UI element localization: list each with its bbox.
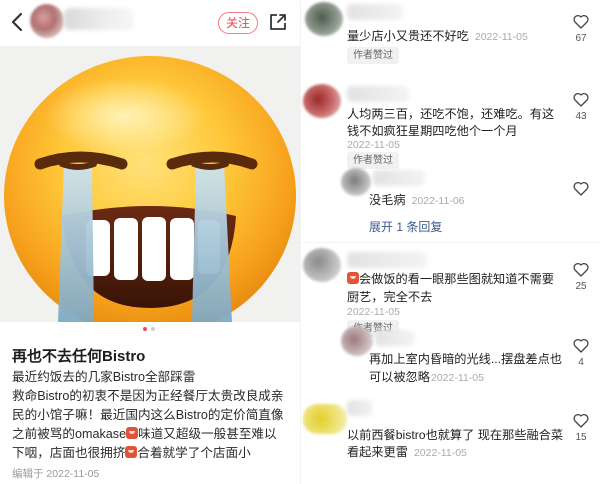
crying-laughing-emoji <box>0 46 300 322</box>
post-title: 再也不去任何Bistro <box>12 348 146 365</box>
like-count: 43 <box>575 111 587 122</box>
comment-text: 可以被忽略 <box>369 370 430 384</box>
post-header: 关注 <box>0 0 300 46</box>
post-body-line: 下咽，店面也很拥挤 合着就学了个店面小 <box>12 446 251 460</box>
username-blurred[interactable] <box>373 170 425 186</box>
username-blurred[interactable] <box>347 400 373 416</box>
post-body-line: 民的小馆子嘛！最近国内这么Bistro的定价简直像 <box>12 408 284 422</box>
avatar[interactable] <box>303 248 341 282</box>
author-liked-badge: 作者赞过 <box>347 152 399 169</box>
post-body-line: 之前被骂的omakase 味道又超级一般甚至难以 <box>12 427 277 441</box>
comment-date: 2022-11-05 <box>431 372 484 384</box>
heart-outline-icon <box>573 338 589 353</box>
author-name-blurred[interactable] <box>64 8 134 30</box>
comment-text: 以前西餐bistro也就算了 现在那些融合菜 <box>347 428 564 442</box>
heart-outline-icon <box>573 14 589 29</box>
comments-panel: 量少店小又贵还不好吃 2022-11-05 作者赞过 67 人均两三百，还吃不饱，… <box>300 0 600 484</box>
post-body-line: 最近约饭去的几家Bistro全部踩雷 <box>12 370 196 384</box>
username-blurred[interactable] <box>347 4 403 20</box>
red-face-emoji-icon <box>126 427 139 439</box>
post-image[interactable] <box>0 46 300 322</box>
follow-button[interactable]: 关注 <box>218 12 258 34</box>
comment-text: 会做饭的看一眼那些图就知道不需要 <box>347 270 554 288</box>
divider <box>301 242 600 243</box>
author-liked-badge: 作者赞过 <box>347 47 399 64</box>
avatar[interactable] <box>303 84 341 118</box>
share-icon[interactable] <box>268 12 288 32</box>
comment-date: 2022-11-05 <box>347 306 400 318</box>
heart-outline-icon <box>573 92 589 107</box>
username-blurred[interactable] <box>347 252 427 268</box>
expand-replies-link[interactable]: 展开 1 条回复 <box>369 218 442 235</box>
chevron-left-icon[interactable] <box>8 11 26 33</box>
comment-text: 看起来更雷 2022-11-05 <box>347 445 467 459</box>
like-button[interactable] <box>571 413 591 428</box>
username-blurred[interactable] <box>347 86 409 102</box>
comment-text: 人均两三百，还吃不饱，还难吃。有这 <box>347 107 555 121</box>
like-count: 67 <box>575 33 587 44</box>
username-blurred[interactable] <box>375 330 415 346</box>
avatar[interactable] <box>303 404 347 434</box>
like-count: 25 <box>575 281 587 292</box>
avatar[interactable] <box>305 2 343 36</box>
comment-text: 厨艺，完全不去 <box>347 290 433 304</box>
post-edited-date: 编辑于 2022-11-05 <box>12 468 100 480</box>
like-button[interactable] <box>571 181 591 196</box>
like-button[interactable] <box>571 262 591 277</box>
red-face-emoji-icon <box>125 446 138 458</box>
like-button[interactable] <box>571 14 591 29</box>
comment-text: 再加上室内昏暗的光线...摆盘差点也 <box>369 352 562 366</box>
heart-outline-icon <box>573 181 589 196</box>
carousel-dot-active <box>143 327 147 331</box>
post-body-line: 救命Bistro的初衷不是因为正经餐厅太贵改良成亲 <box>12 389 284 403</box>
like-button[interactable] <box>571 338 591 353</box>
carousel-dot <box>151 327 155 331</box>
comment-text: 没毛病 2022-11-06 <box>369 193 465 207</box>
author-avatar[interactable] <box>30 4 64 38</box>
like-button[interactable] <box>571 92 591 107</box>
post-panel: 关注 再也不去任何Bistro 最近约饭去的几家Bistro全部踩雷 救命Bis… <box>0 0 300 484</box>
like-count: 15 <box>575 432 587 443</box>
like-count: 4 <box>578 357 584 368</box>
heart-outline-icon <box>573 262 589 277</box>
comment-date: 2022-11-05 <box>347 139 400 151</box>
red-face-emoji-icon <box>347 272 359 284</box>
carousel-indicator <box>143 327 159 333</box>
comment-text: 量少店小又贵还不好吃 2022-11-05 <box>347 29 528 43</box>
avatar[interactable] <box>341 168 371 196</box>
heart-outline-icon <box>573 413 589 428</box>
post-body: 最近约饭去的几家Bistro全部踩雷 救命Bistro的初衷不是因为正经餐厅太贵… <box>12 368 294 463</box>
comment-text: 钱不如疯狂星期四吃他个一个月 <box>347 124 518 138</box>
